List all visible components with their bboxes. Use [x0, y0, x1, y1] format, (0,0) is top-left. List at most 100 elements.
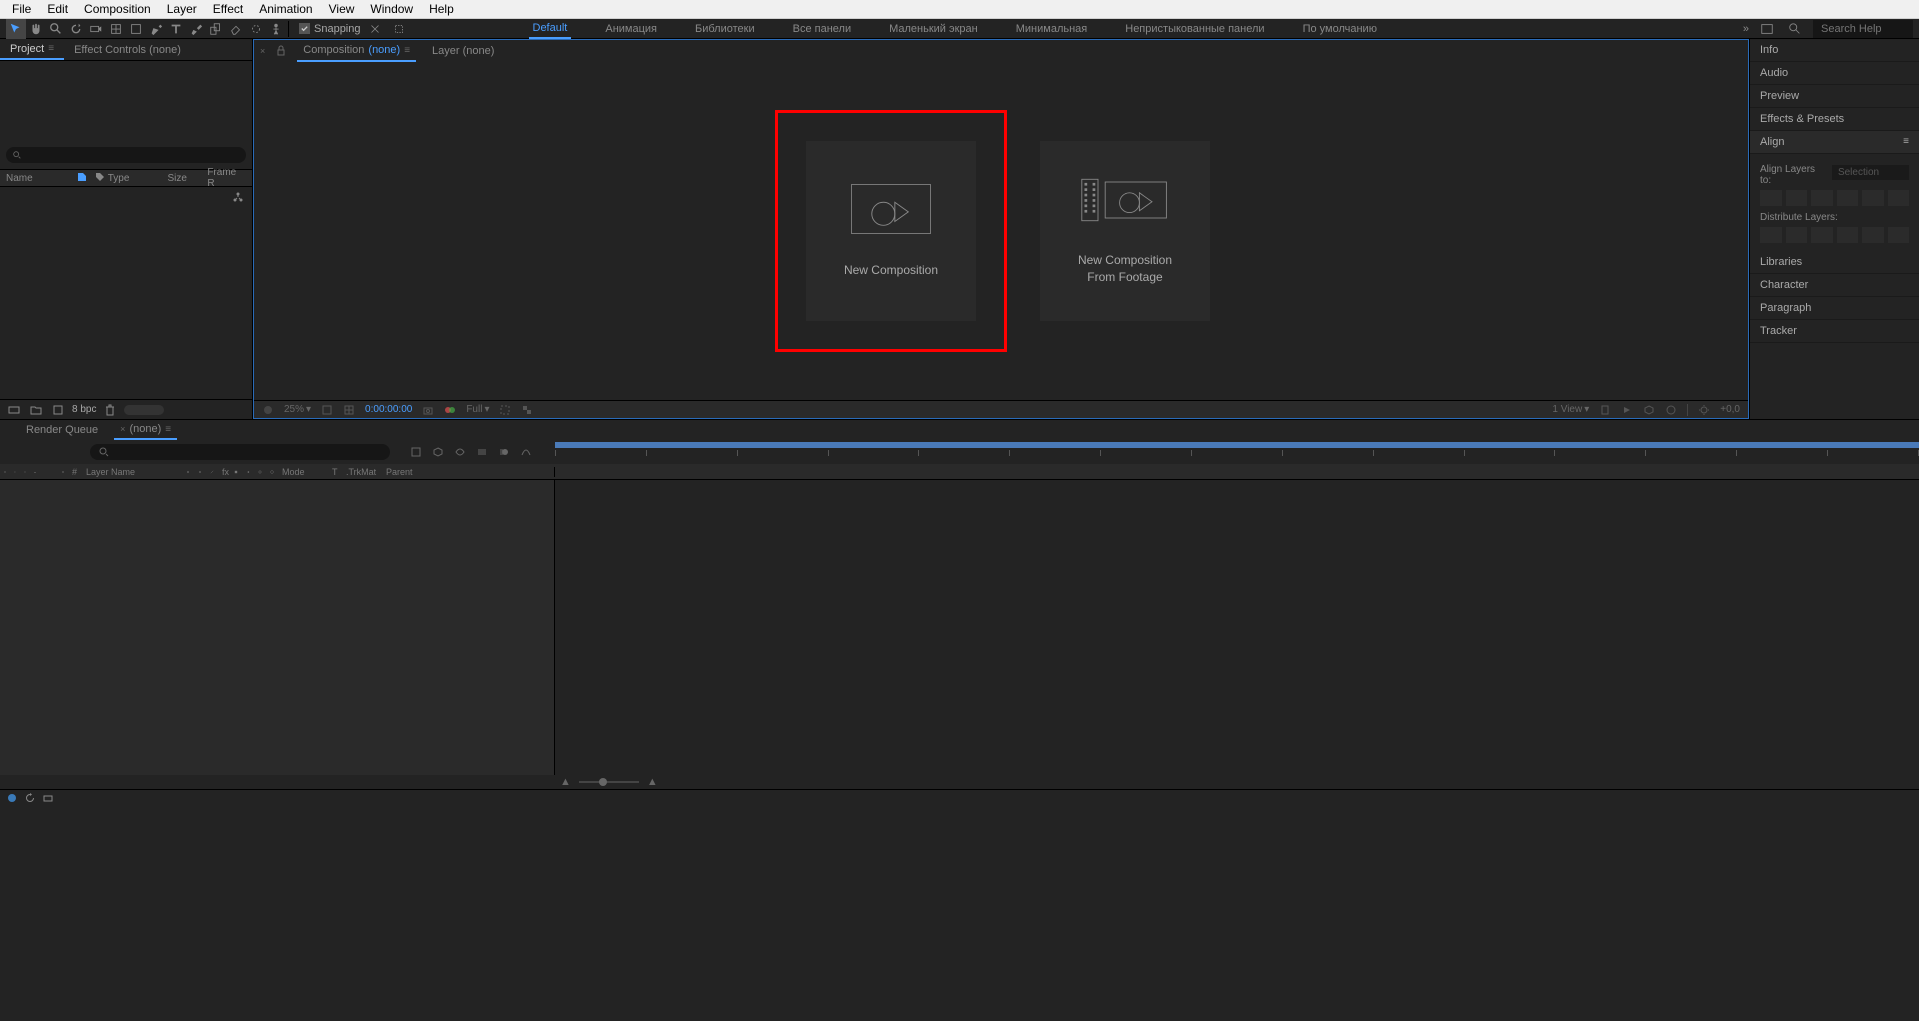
draft-3d-icon[interactable] — [430, 444, 446, 460]
menu-window[interactable]: Window — [362, 0, 421, 18]
distribute-top-icon[interactable] — [1837, 227, 1859, 243]
panel-preview[interactable]: Preview — [1750, 85, 1919, 108]
bpc-label[interactable]: 8 bpc — [72, 404, 96, 415]
selection-tool[interactable] — [6, 19, 26, 39]
distribute-left-icon[interactable] — [1760, 227, 1782, 243]
new-comp-icon[interactable] — [50, 402, 66, 418]
hide-shy-icon[interactable] — [452, 444, 468, 460]
alpha-icon[interactable] — [262, 404, 274, 416]
workspace-all-panels[interactable]: Все панели — [789, 20, 855, 38]
interpret-footage-icon[interactable] — [6, 402, 22, 418]
pan-behind-tool[interactable] — [106, 19, 126, 39]
snap-option-2-icon[interactable] — [389, 19, 409, 39]
col-label-icon[interactable] — [70, 171, 88, 186]
snapshot-icon[interactable] — [422, 404, 434, 416]
col-video-icon[interactable] — [0, 467, 10, 477]
fast-previews-icon[interactable] — [1621, 404, 1633, 416]
resolution-icon[interactable] — [321, 404, 333, 416]
panel-menu-icon[interactable]: ≡ — [48, 43, 54, 54]
eraser-tool[interactable] — [226, 19, 246, 39]
timeline-ruler[interactable] — [555, 440, 1919, 464]
render-icon[interactable] — [1665, 404, 1677, 416]
menu-layer[interactable]: Layer — [159, 0, 205, 18]
workspace-overflow-icon[interactable]: » — [1743, 23, 1749, 35]
magnification-dropdown[interactable]: 25% ▾ — [284, 404, 311, 415]
channel-icon[interactable] — [444, 404, 456, 416]
col-quality-icon[interactable] — [206, 467, 218, 477]
col-motionblur-icon[interactable] — [242, 467, 254, 477]
col-adjustment-icon[interactable] — [254, 467, 266, 477]
zoom-out-icon[interactable]: ▲ — [560, 776, 571, 788]
motion-blur-icon[interactable] — [496, 444, 512, 460]
align-bottom-icon[interactable] — [1888, 190, 1910, 206]
zoom-in-icon[interactable]: ▲ — [647, 776, 658, 788]
tab-timeline-none[interactable]: × (none) ≡ — [114, 420, 177, 440]
align-top-icon[interactable] — [1837, 190, 1859, 206]
zoom-tool[interactable] — [46, 19, 66, 39]
shape-tool[interactable] — [126, 19, 146, 39]
workspace-animation[interactable]: Анимация — [601, 20, 661, 38]
panel-libraries[interactable]: Libraries — [1750, 251, 1919, 274]
workspace-libraries[interactable]: Библиотеки — [691, 20, 759, 38]
panel-paragraph[interactable]: Paragraph — [1750, 297, 1919, 320]
tab-project[interactable]: Project≡ — [0, 39, 64, 60]
tab-render-queue[interactable]: Render Queue — [20, 421, 104, 439]
delete-icon[interactable] — [102, 402, 118, 418]
col-frameblend-icon[interactable] — [230, 467, 242, 477]
panel-character[interactable]: Character — [1750, 274, 1919, 297]
align-hcenter-icon[interactable] — [1786, 190, 1808, 206]
col-parent[interactable]: Parent — [382, 467, 442, 477]
project-search[interactable] — [6, 147, 246, 163]
camera-tool[interactable] — [86, 19, 106, 39]
transparency-grid-icon[interactable] — [521, 404, 533, 416]
panel-info[interactable]: Info — [1750, 39, 1919, 62]
3d-view-icon[interactable] — [1643, 404, 1655, 416]
hand-tool[interactable] — [26, 19, 46, 39]
col-lock-icon[interactable] — [30, 467, 40, 477]
rotation-tool[interactable] — [66, 19, 86, 39]
tab-layer[interactable]: Layer (none) — [426, 41, 500, 61]
col-tag-icon[interactable] — [88, 171, 102, 186]
panel-effects-presets[interactable]: Effects & Presets — [1750, 108, 1919, 131]
col-3d-icon[interactable] — [266, 467, 278, 477]
grid-icon[interactable] — [343, 404, 355, 416]
new-composition-from-footage-card[interactable]: New Composition From Footage — [1040, 141, 1210, 321]
align-left-icon[interactable] — [1760, 190, 1782, 206]
workspace-undocked[interactable]: Непристыкованные панели — [1121, 20, 1268, 38]
col-solo-icon[interactable] — [20, 467, 30, 477]
rotobrush-tool[interactable] — [246, 19, 266, 39]
menu-view[interactable]: View — [321, 0, 363, 18]
panel-align[interactable]: Align ≡ — [1750, 131, 1919, 154]
col-shy-icon[interactable] — [182, 467, 194, 477]
exposure-icon[interactable] — [1698, 404, 1710, 416]
comp-mini-flowchart-icon[interactable] — [408, 444, 424, 460]
menu-help[interactable]: Help — [421, 0, 462, 18]
col-layer-name[interactable]: Layer Name — [82, 467, 182, 477]
workspace-icon[interactable] — [1757, 19, 1777, 39]
menu-composition[interactable]: Composition — [76, 0, 159, 18]
timeline-search[interactable] — [90, 444, 390, 460]
distribute-bottom-icon[interactable] — [1888, 227, 1910, 243]
search-help-input[interactable] — [1813, 20, 1913, 38]
bpc-slider[interactable] — [124, 405, 164, 415]
pixel-aspect-icon[interactable] — [1599, 404, 1611, 416]
col-fx-icon[interactable]: fx — [218, 467, 230, 477]
panel-menu-icon[interactable]: ≡ — [1903, 136, 1909, 148]
pen-tool[interactable] — [146, 19, 166, 39]
workspace-by-default[interactable]: По умолчанию — [1299, 20, 1381, 38]
tab-composition[interactable]: Composition (none) ≡ — [297, 40, 416, 62]
col-audio-icon[interactable] — [10, 467, 20, 477]
menu-animation[interactable]: Animation — [251, 0, 320, 18]
col-label-icon[interactable] — [58, 467, 68, 477]
distribute-right-icon[interactable] — [1811, 227, 1833, 243]
brush-tool[interactable] — [186, 19, 206, 39]
panel-tracker[interactable]: Tracker — [1750, 320, 1919, 343]
clone-tool[interactable] — [206, 19, 226, 39]
lock-icon[interactable] — [275, 44, 287, 59]
col-collapse-icon[interactable] — [194, 467, 206, 477]
roi-icon[interactable] — [499, 404, 511, 416]
distribute-vcenter-icon[interactable] — [1862, 227, 1884, 243]
new-composition-card[interactable]: New Composition — [806, 141, 976, 321]
status-refresh-icon[interactable] — [24, 792, 36, 804]
col-mode[interactable]: Mode — [278, 467, 328, 477]
